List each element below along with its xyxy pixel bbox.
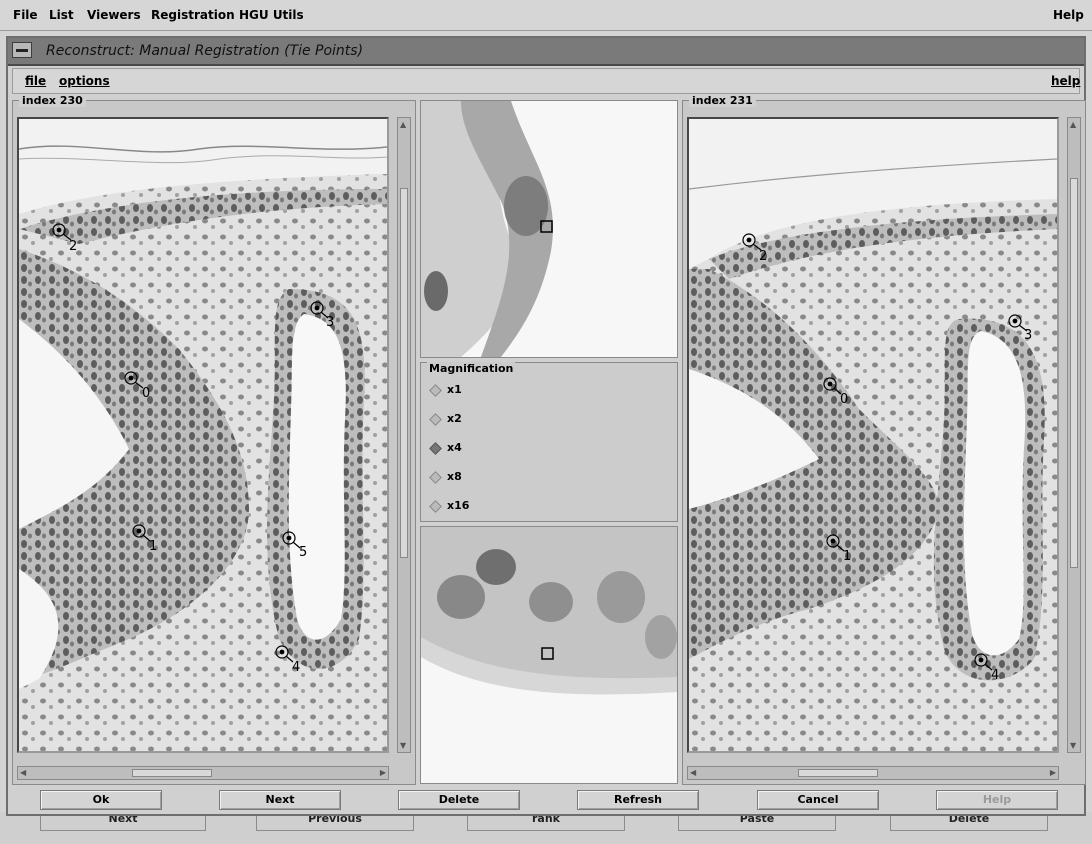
- menu-file[interactable]: File: [13, 8, 38, 22]
- left-tie-point-5: 5: [299, 545, 307, 560]
- right-vertical-scrollbar[interactable]: ▲ ▼: [1067, 117, 1081, 753]
- magnification-group: Magnification x1 x2 x4 x8 x16: [420, 362, 678, 522]
- window-menu-icon[interactable]: [12, 42, 32, 58]
- scroll-down-icon[interactable]: ▼: [1070, 741, 1076, 750]
- scroll-down-icon[interactable]: ▼: [400, 741, 406, 750]
- left-tie-point-4: 4: [292, 660, 300, 675]
- dialog-menu-options-label: options: [59, 74, 110, 88]
- left-vertical-scrollbar[interactable]: ▲ ▼: [397, 117, 411, 753]
- menu-registration[interactable]: Registration: [151, 8, 235, 22]
- left-zoom-view[interactable]: [420, 100, 678, 358]
- magnification-x16-radio[interactable]: x16: [429, 499, 469, 513]
- magnification-x2-radio[interactable]: x2: [429, 412, 462, 426]
- right-image-view[interactable]: 2 3 0 1 4: [687, 117, 1059, 753]
- left-tissue-image[interactable]: 2 3 0 1 5 4: [19, 119, 387, 751]
- dialog-menu-options[interactable]: options: [59, 74, 110, 88]
- right-tie-point-4: 4: [991, 668, 999, 683]
- dialog-menu-file-label: file: [25, 74, 47, 88]
- left-panel-label: index 230: [19, 94, 86, 107]
- left-vertical-scroll-thumb[interactable]: [400, 188, 408, 558]
- magnification-x8-radio[interactable]: x8: [429, 470, 462, 484]
- menu-viewers[interactable]: Viewers: [87, 8, 141, 22]
- radio-diamond-icon: [429, 499, 442, 513]
- dialog-button-bar: Ok Next Delete Refresh Cancel Help: [10, 785, 1082, 814]
- right-panel-label: index 231: [689, 94, 756, 107]
- dialog-menu-file[interactable]: file: [25, 74, 46, 88]
- cancel-button[interactable]: Cancel: [757, 790, 879, 810]
- left-tie-point-2: 2: [69, 239, 77, 254]
- scroll-right-icon[interactable]: ▶: [380, 768, 386, 777]
- menu-list[interactable]: List: [49, 8, 74, 22]
- menu-hgu-utils[interactable]: HGU Utils: [239, 8, 304, 22]
- magnification-x1-radio[interactable]: x1: [429, 383, 462, 397]
- scroll-up-icon[interactable]: ▲: [400, 120, 406, 129]
- right-zoom-image: [421, 527, 677, 783]
- right-tissue-image[interactable]: 2 3 0 1 4: [689, 119, 1057, 751]
- magnification-label: Magnification: [427, 362, 516, 375]
- right-vertical-scroll-thumb[interactable]: [1070, 178, 1078, 568]
- radio-diamond-icon: [429, 412, 442, 426]
- scroll-right-icon[interactable]: ▶: [1050, 768, 1056, 777]
- scroll-up-icon[interactable]: ▲: [1070, 120, 1076, 129]
- right-tie-point-1: 1: [843, 549, 851, 564]
- right-horizontal-scrollbar[interactable]: ◀ ▶: [687, 766, 1059, 780]
- left-image-view[interactable]: 2 3 0 1 5 4: [17, 117, 389, 753]
- left-tie-point-3: 3: [326, 315, 334, 330]
- left-horizontal-scrollbar[interactable]: ◀ ▶: [17, 766, 389, 780]
- left-tie-point-1: 1: [149, 539, 157, 554]
- right-tie-point-0: 0: [840, 392, 848, 407]
- menu-help[interactable]: Help: [1053, 8, 1084, 22]
- left-horizontal-scroll-thumb[interactable]: [132, 769, 212, 777]
- app-menubar: File List Viewers Registration HGU Utils…: [0, 0, 1092, 31]
- right-image-panel: index 231 2 3 0 1 4 ▲ ▼ ◀ ▶: [682, 94, 1086, 785]
- radio-diamond-icon: [429, 470, 442, 484]
- next-button[interactable]: Next: [219, 790, 341, 810]
- right-zoom-view[interactable]: [420, 526, 678, 784]
- radio-diamond-selected-icon: [429, 441, 442, 455]
- scroll-left-icon[interactable]: ◀: [20, 768, 26, 777]
- help-button[interactable]: Help: [936, 790, 1058, 810]
- dialog-titlebar[interactable]: Reconstruct: Manual Registration (Tie Po…: [8, 38, 1084, 66]
- left-tie-point-0: 0: [142, 386, 150, 401]
- left-image-panel: index 230 2 3 0 1 5 4 ▲ ▼ ◀ ▶: [12, 94, 416, 785]
- right-tie-point-3: 3: [1024, 328, 1032, 343]
- dialog-menubar: file options help: [12, 68, 1080, 94]
- dialog-title: Reconstruct: Manual Registration (Tie Po…: [46, 43, 364, 59]
- refresh-button[interactable]: Refresh: [577, 790, 699, 810]
- ok-button[interactable]: Ok: [40, 790, 162, 810]
- magnification-x4-radio[interactable]: x4: [429, 441, 462, 455]
- radio-diamond-icon: [429, 383, 442, 397]
- registration-dialog: Reconstruct: Manual Registration (Tie Po…: [6, 36, 1086, 816]
- right-horizontal-scroll-thumb[interactable]: [798, 769, 878, 777]
- left-zoom-image: [421, 101, 677, 357]
- dialog-menu-help[interactable]: help: [1051, 74, 1080, 88]
- right-tie-point-2: 2: [759, 249, 767, 264]
- scroll-left-icon[interactable]: ◀: [690, 768, 696, 777]
- delete-button[interactable]: Delete: [398, 790, 520, 810]
- dialog-menu-help-label: help: [1051, 74, 1081, 88]
